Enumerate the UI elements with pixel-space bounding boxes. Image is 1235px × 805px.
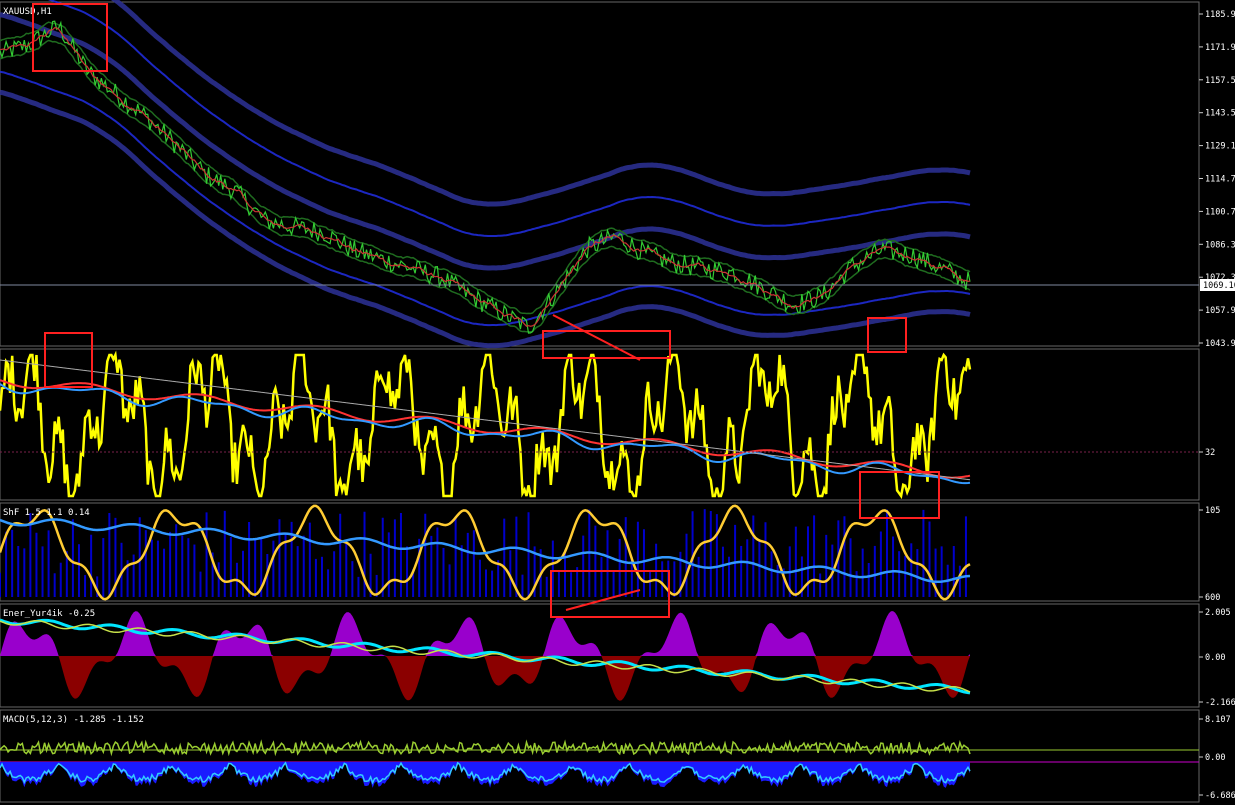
axis-tick-label-3-0: 2.005 [1205, 608, 1231, 618]
osc2-label: ShF 1.5 1.1 0.14 [3, 508, 90, 518]
axis-tick-label-0-1: 1171.90 [1205, 43, 1235, 53]
axis-tick-label-0-10: 1043.90 [1205, 339, 1235, 349]
axis-tick-label-4-0: 8.107 [1205, 715, 1231, 725]
current-price-readout: 1069.10 [1203, 281, 1235, 291]
axis-tick-label-4-2: -6.686 [1205, 791, 1235, 801]
axis-tick-label-4-1: 0.00 [1205, 753, 1225, 763]
axis-tick-label-2-1: 600 [1205, 593, 1220, 603]
axis-tick-label-0-2: 1157.50 [1205, 76, 1235, 86]
axis-tick-label-3-2: -2.166 [1205, 698, 1235, 708]
axis-tick-label-0-7: 1086.30 [1205, 240, 1235, 250]
axis-tick-label-3-1: 0.00 [1205, 653, 1225, 663]
axis-tick-label-2-0: 105 [1205, 506, 1220, 516]
axis-tick-label-0-0: 1185.90 [1205, 10, 1235, 20]
macd-label: MACD(5,12,3) -1.285 -1.152 [3, 715, 144, 725]
trading-chart[interactable]: 1185.90 1171.90 1157.50 1143.50 1129.10 1114.… [0, 0, 1235, 805]
axis-tick-label-0-5: 1114.70 [1205, 175, 1235, 185]
axis-tick-label-0-9: 1057.90 [1205, 306, 1235, 316]
axis-tick-label-1-0: 32 [1205, 448, 1215, 458]
axis-tick-label-0-4: 1129.10 [1205, 142, 1235, 152]
osc3-label: Ener_Yur4ik -0.25 [3, 609, 95, 619]
axis-tick-label-0-6: 1100.70 [1205, 207, 1235, 217]
axis-tick-label-0-3: 1143.50 [1205, 109, 1235, 119]
symbol-label: XAUUSD,H1 [3, 7, 52, 17]
